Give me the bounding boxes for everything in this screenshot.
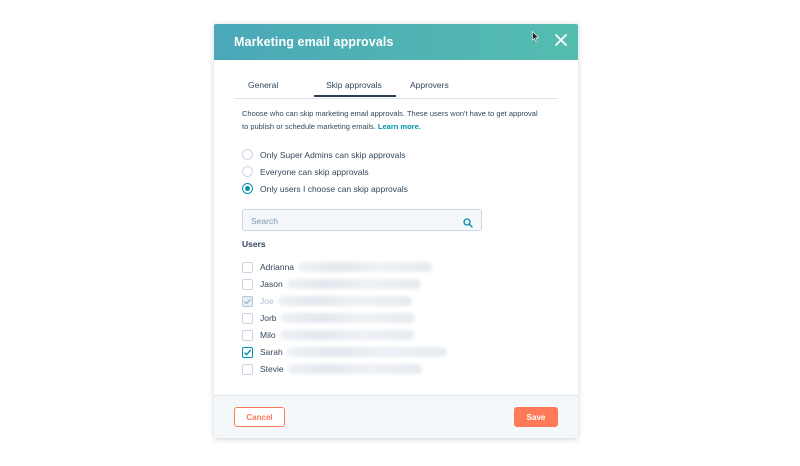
search-box bbox=[242, 209, 482, 231]
tab-bar: General Skip approvals Approvers bbox=[234, 76, 558, 99]
radio-option-everyone[interactable]: Everyone can skip approvals bbox=[242, 166, 369, 177]
user-row-adrianna[interactable]: Adrianna bbox=[242, 261, 433, 273]
redacted-email bbox=[287, 364, 422, 374]
redacted-email bbox=[286, 279, 421, 289]
user-row-joe: Joe bbox=[242, 295, 412, 307]
checkbox[interactable] bbox=[242, 278, 253, 290]
user-name: Joe bbox=[260, 296, 274, 306]
checkbox[interactable] bbox=[242, 329, 253, 341]
radio-label: Only users I choose can skip approvals bbox=[260, 183, 408, 194]
redacted-email bbox=[298, 262, 433, 272]
tab-skip-approvals[interactable]: Skip approvals bbox=[314, 80, 396, 97]
description: Choose who can skip marketing email appr… bbox=[242, 107, 542, 133]
checkbox[interactable] bbox=[242, 261, 253, 273]
mouse-cursor-icon bbox=[532, 30, 540, 42]
user-row-milo[interactable]: Milo bbox=[242, 329, 414, 341]
users-heading: Users bbox=[242, 239, 266, 249]
radio-label: Only Super Admins can skip approvals bbox=[260, 149, 406, 160]
redacted-email bbox=[277, 296, 412, 306]
learn-more-link[interactable]: Learn more. bbox=[378, 122, 421, 131]
modal-title: Marketing email approvals bbox=[234, 35, 394, 49]
radio-button[interactable] bbox=[242, 166, 253, 177]
checkbox-disabled-checked bbox=[242, 295, 253, 307]
radio-option-chosen-users[interactable]: Only users I choose can skip approvals bbox=[242, 183, 408, 194]
modal-header: Marketing email approvals bbox=[214, 24, 578, 60]
save-button[interactable]: Save bbox=[514, 407, 558, 427]
redacted-email bbox=[279, 330, 414, 340]
checkbox[interactable] bbox=[242, 312, 253, 324]
user-row-sarah[interactable]: Sarah bbox=[242, 346, 447, 358]
radio-button[interactable] bbox=[242, 149, 253, 160]
search-input[interactable] bbox=[249, 213, 453, 229]
redacted-email bbox=[280, 313, 415, 323]
tab-approvers[interactable]: Approvers bbox=[410, 80, 449, 90]
redacted-email bbox=[286, 347, 447, 357]
cancel-button[interactable]: Cancel bbox=[234, 407, 285, 427]
radio-label: Everyone can skip approvals bbox=[260, 166, 369, 177]
radio-option-super-admins[interactable]: Only Super Admins can skip approvals bbox=[242, 149, 406, 160]
radio-button-selected[interactable] bbox=[242, 183, 253, 194]
user-row-jorb[interactable]: Jorb bbox=[242, 312, 415, 324]
user-name: Milo bbox=[260, 330, 276, 340]
user-row-jason[interactable]: Jason bbox=[242, 278, 421, 290]
user-name: Jason bbox=[260, 279, 283, 289]
modal-footer: Cancel Save bbox=[214, 395, 578, 438]
user-name: Stevie bbox=[260, 364, 284, 374]
user-name: Sarah bbox=[260, 347, 283, 357]
user-row-stevie[interactable]: Stevie bbox=[242, 363, 422, 375]
tab-general[interactable]: General bbox=[248, 80, 278, 90]
checkbox[interactable] bbox=[242, 363, 253, 375]
close-icon[interactable] bbox=[554, 33, 568, 47]
user-name: Jorb bbox=[260, 313, 277, 323]
search-icon[interactable] bbox=[463, 215, 473, 228]
approvals-modal: Marketing email approvals General Skip a… bbox=[214, 24, 578, 438]
user-name: Adrianna bbox=[260, 262, 295, 272]
checkbox-checked[interactable] bbox=[242, 346, 253, 358]
